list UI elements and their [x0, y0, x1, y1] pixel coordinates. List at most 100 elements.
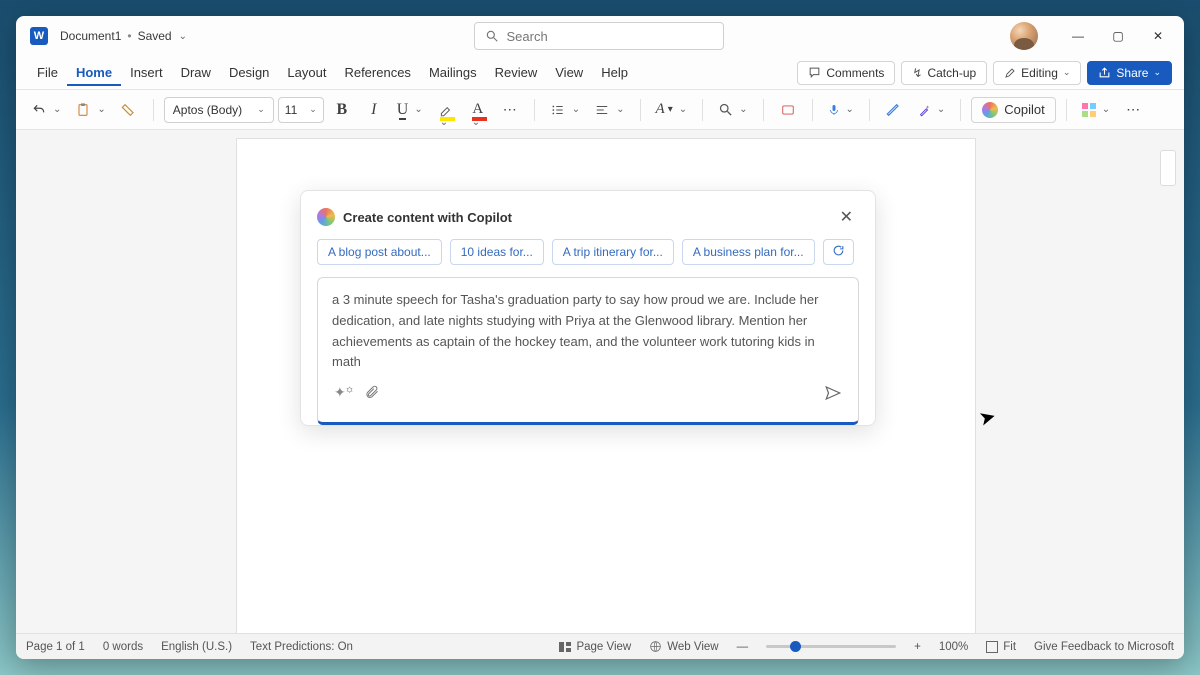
separator	[702, 99, 703, 121]
send-icon	[824, 384, 842, 402]
insert-addin-button[interactable]	[774, 95, 802, 125]
zoom-out-button[interactable]: —	[737, 641, 749, 653]
brush-icon	[121, 102, 137, 118]
vertical-scrollbar[interactable]	[1160, 150, 1176, 186]
font-color-icon: A	[472, 101, 483, 118]
globe-icon	[649, 640, 662, 653]
zoom-thumb[interactable]	[790, 641, 801, 652]
zoom-slider[interactable]	[766, 645, 896, 648]
menu-file[interactable]: File	[28, 59, 67, 86]
copilot-button[interactable]: Copilot	[971, 97, 1055, 123]
refresh-chips-button[interactable]	[823, 239, 854, 265]
suggestion-chip[interactable]: A business plan for...	[682, 239, 815, 265]
menu-home[interactable]: Home	[67, 59, 121, 86]
fit-icon	[986, 641, 998, 653]
underline-button[interactable]: U	[392, 95, 428, 125]
status-bar: Page 1 of 1 0 words English (U.S.) Text …	[16, 633, 1184, 659]
designer-button[interactable]	[912, 95, 950, 125]
paste-button[interactable]	[70, 95, 110, 125]
separator	[153, 99, 154, 121]
document-title[interactable]: Document1 • Saved ⌄	[60, 29, 187, 43]
minimize-button[interactable]: —	[1060, 22, 1096, 50]
catchup-button[interactable]: ↯ Catch-up	[901, 61, 987, 85]
undo-button[interactable]	[26, 95, 66, 125]
editor-button[interactable]	[880, 95, 908, 125]
user-avatar[interactable]	[1010, 22, 1038, 50]
more-font-button[interactable]: ⋯	[496, 95, 524, 125]
copilot-panel-title: Create content with Copilot	[343, 210, 512, 225]
page-view-button[interactable]: Page View	[559, 641, 631, 653]
styles-button[interactable]: A▾	[651, 95, 693, 125]
bold-icon: B	[336, 101, 347, 119]
status-words[interactable]: 0 words	[103, 641, 143, 653]
search-input[interactable]: Search	[474, 22, 724, 50]
mouse-cursor-icon: ➤	[976, 403, 999, 431]
align-button[interactable]	[589, 95, 629, 125]
catchup-icon: ↯	[912, 66, 922, 80]
menu-review[interactable]: Review	[486, 59, 547, 86]
sparkle-icon[interactable]: ✦꙳	[334, 383, 353, 402]
close-panel-button[interactable]: ✕	[834, 205, 859, 229]
attach-icon[interactable]	[365, 385, 380, 400]
maximize-button[interactable]: ▢	[1100, 22, 1136, 50]
ribbon: Aptos (Body) ⌄ 11 ⌄ B I U A ⋯ A▾ Copilot	[16, 90, 1184, 130]
suggestion-chip[interactable]: A blog post about...	[317, 239, 442, 265]
bold-button[interactable]: B	[328, 95, 356, 125]
comments-button[interactable]: Comments	[797, 61, 895, 85]
ellipsis-icon: ⋯	[503, 101, 517, 118]
copilot-prompt-input[interactable]: a 3 minute speech for Tasha's graduation…	[317, 277, 859, 425]
close-button[interactable]: ✕	[1140, 22, 1176, 50]
menu-mailings[interactable]: Mailings	[420, 59, 486, 86]
web-view-button[interactable]: Web View	[649, 640, 718, 653]
share-button[interactable]: Share ⌄	[1087, 61, 1172, 85]
highlight-button[interactable]	[432, 95, 460, 125]
suggestion-chip[interactable]: 10 ideas for...	[450, 239, 544, 265]
menu-layout[interactable]: Layout	[278, 59, 335, 86]
titlebar: Document1 • Saved ⌄ Search — ▢ ✕	[16, 16, 1184, 56]
save-state: Saved	[138, 29, 172, 43]
font-color-button[interactable]: A	[464, 95, 492, 125]
menu-design[interactable]: Design	[220, 59, 278, 86]
bullets-button[interactable]	[545, 95, 585, 125]
font-name-select[interactable]: Aptos (Body) ⌄	[164, 97, 274, 123]
grid-icon	[1082, 103, 1096, 117]
share-label: Share	[1116, 66, 1148, 80]
suggestion-chip[interactable]: A trip itinerary for...	[552, 239, 674, 265]
prompt-text: a 3 minute speech for Tasha's graduation…	[332, 290, 844, 373]
chevron-down-icon: ⌄	[179, 31, 187, 42]
ribbon-overflow-button[interactable]: ⋯	[1119, 95, 1147, 125]
menu-references[interactable]: References	[335, 59, 419, 86]
menu-bar: File Home Insert Draw Design Layout Refe…	[16, 56, 1184, 90]
search-icon	[485, 29, 499, 43]
menu-view[interactable]: View	[546, 59, 592, 86]
format-painter-button[interactable]	[115, 95, 143, 125]
italic-button[interactable]: I	[360, 95, 388, 125]
status-predictions[interactable]: Text Predictions: On	[250, 641, 353, 653]
status-page[interactable]: Page 1 of 1	[26, 641, 85, 653]
apps-button[interactable]	[1077, 95, 1115, 125]
fit-button[interactable]: Fit	[986, 641, 1016, 653]
zoom-level[interactable]: 100%	[939, 641, 968, 653]
separator	[763, 99, 764, 121]
zoom-in-button[interactable]: +	[914, 641, 921, 653]
font-size-select[interactable]: 11 ⌄	[278, 97, 324, 123]
catchup-label: Catch-up	[927, 66, 976, 80]
copilot-icon	[317, 208, 335, 226]
align-left-icon	[594, 103, 610, 117]
editing-label: Editing	[1021, 66, 1058, 80]
styles-icon: A	[656, 101, 665, 118]
dictate-button[interactable]	[823, 95, 859, 125]
editing-mode-button[interactable]: Editing ⌄	[993, 61, 1081, 85]
menu-insert[interactable]: Insert	[121, 59, 172, 86]
feedback-button[interactable]: Give Feedback to Microsoft	[1034, 641, 1174, 653]
document-workspace: ➤ Create content with Copilot ✕ A blog p…	[16, 130, 1184, 633]
word-app-icon	[30, 27, 48, 45]
find-button[interactable]	[713, 95, 752, 125]
title-separator: •	[127, 29, 131, 43]
doc-name: Document1	[60, 29, 121, 43]
separator	[869, 99, 870, 121]
send-button[interactable]	[824, 384, 842, 402]
menu-help[interactable]: Help	[592, 59, 637, 86]
status-language[interactable]: English (U.S.)	[161, 641, 232, 653]
menu-draw[interactable]: Draw	[172, 59, 220, 86]
